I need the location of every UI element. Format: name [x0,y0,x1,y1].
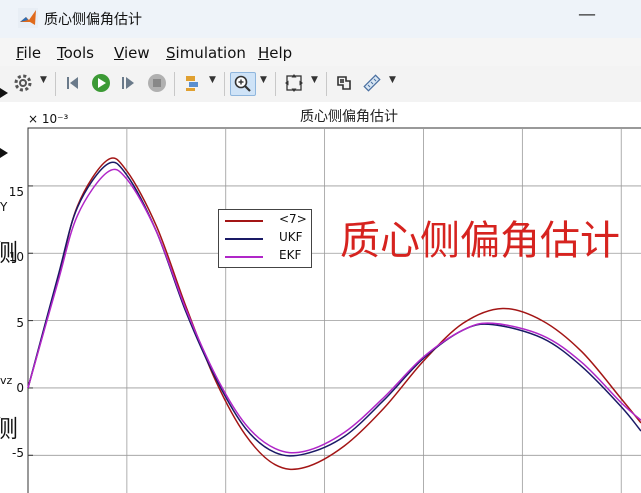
chart-series [27,157,641,471]
legend-line [225,220,263,222]
legend-entry: UKF [223,230,309,246]
legend-line [225,238,263,240]
series-line-7 [27,157,641,471]
legend-label: UKF [279,230,303,244]
legend-entry: <7> [223,212,309,228]
legend-entry: EKF [223,248,309,264]
chart-annotation: 质心侧偏角估计 [340,218,620,264]
legend-label: <7> [279,212,307,226]
legend-label: EKF [279,248,302,262]
series-line-UKF [27,161,641,457]
chart-legend[interactable]: <7> UKF EKF [218,209,312,268]
legend-line [225,256,263,258]
